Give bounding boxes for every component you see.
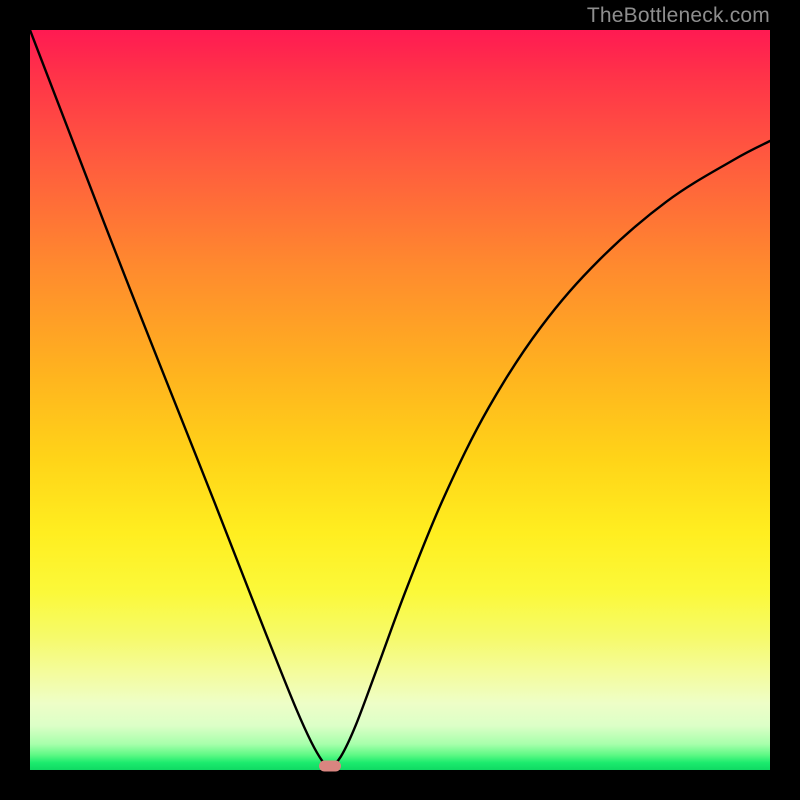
plot-area — [30, 30, 770, 770]
curve-right-branch — [330, 141, 770, 769]
chart-frame: TheBottleneck.com — [0, 0, 800, 800]
minimum-marker — [319, 760, 341, 771]
curve-left-branch — [30, 30, 330, 769]
curve-layer — [30, 30, 770, 770]
watermark-text: TheBottleneck.com — [587, 4, 770, 28]
